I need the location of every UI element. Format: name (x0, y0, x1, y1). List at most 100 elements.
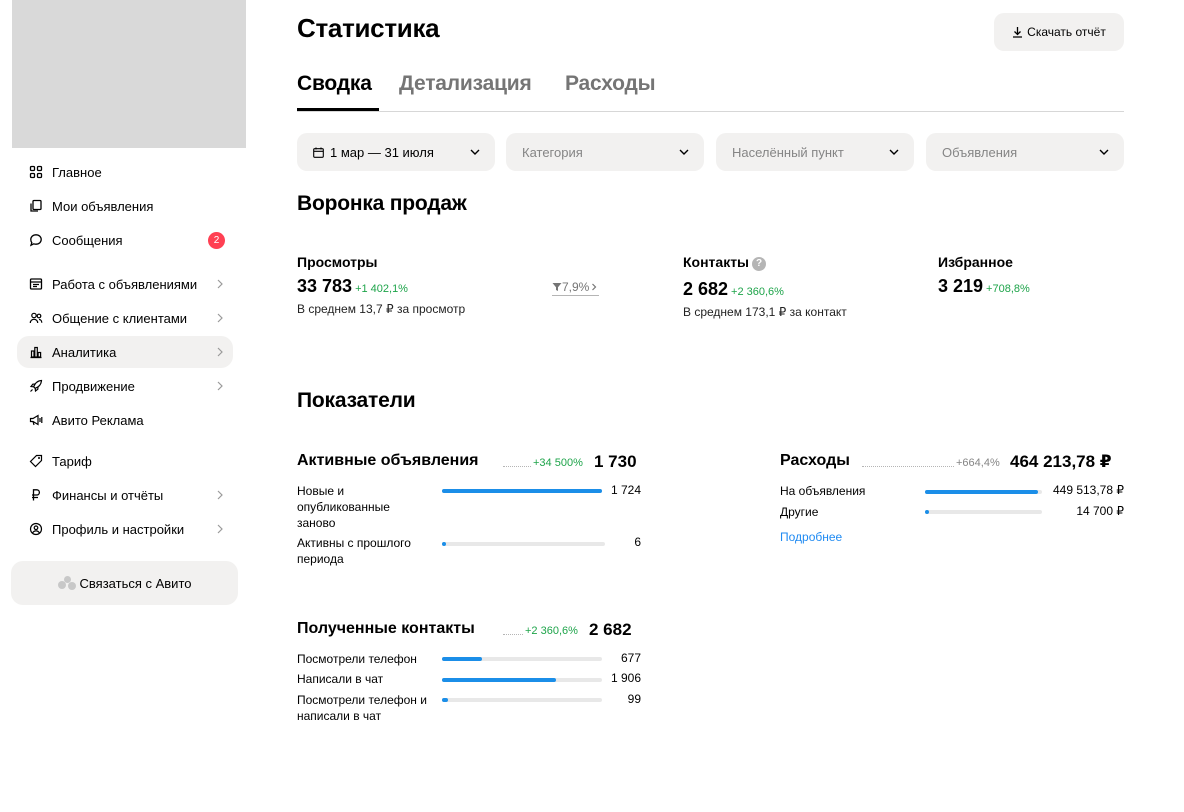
active-ads-delta: +34 500% (533, 457, 583, 469)
contacts-label-text: Контакты (683, 254, 750, 270)
progress-fill (442, 542, 447, 546)
active-ads-total: 1 730 (594, 452, 637, 471)
active-ads-row-label: Активны с прошлого периода (297, 536, 411, 566)
city-select[interactable]: Населённый пункт (716, 133, 914, 171)
progress-bar (925, 510, 1042, 514)
progress-bar (442, 542, 605, 546)
funnel-filter-icon (552, 283, 562, 291)
favorites-number: 3 219 (938, 276, 984, 296)
progress-fill (442, 489, 602, 493)
rocket-icon (29, 379, 43, 393)
progress-bar (442, 657, 602, 661)
grid-icon (29, 165, 43, 179)
sidebar-item-label: Тариф (52, 453, 92, 469)
favorites-label: Избранное (938, 254, 1013, 270)
sidebar-item-avito-ads[interactable]: Авито Реклама (17, 404, 233, 436)
views-label: Просмотры (297, 254, 378, 270)
views-delta: +1 402,1% (355, 283, 408, 295)
sidebar-item-label: Мои объявления (52, 198, 154, 214)
progress-fill (442, 678, 556, 682)
conversion-value: 7,9% (562, 280, 590, 294)
download-report-button[interactable]: Скачать отчёт (994, 13, 1124, 51)
contacts-value: 2 682 +2 360,6% (683, 279, 784, 300)
ads-select[interactable]: Объявления (926, 133, 1124, 171)
sidebar-item-ads-work[interactable]: Работа с объявлениями (17, 268, 233, 300)
indicators-title: Показатели (297, 389, 416, 412)
received-contacts-row-label: Написали в чат (297, 672, 384, 686)
received-contacts-row-label: Посмотрели телефон (297, 652, 417, 666)
expenses-delta: +664,4% (956, 457, 1000, 469)
city-placeholder: Населённый пункт (732, 144, 844, 160)
expenses-more-link[interactable]: Подробнее (780, 530, 842, 544)
progress-bar (925, 490, 1042, 494)
sidebar-item-tariff[interactable]: Тариф (17, 445, 233, 477)
progress-bar (442, 489, 602, 493)
sidebar-item-label: Главное (52, 164, 102, 180)
sidebar-item-label: Продвижение (52, 378, 135, 394)
views-number: 33 783 (297, 276, 353, 296)
list-card-icon (29, 277, 43, 291)
chevron-right-icon (213, 488, 227, 502)
expenses-title: Расходы (780, 452, 850, 469)
contacts-delta: +2 360,6% (731, 286, 784, 298)
ruble-icon (29, 488, 43, 502)
profile-icon (29, 522, 43, 536)
progress-fill (442, 657, 482, 661)
contact-avito-button[interactable]: Связаться с Авито (11, 561, 238, 605)
chevron-right-icon (213, 345, 227, 359)
sidebar-item-label: Профиль и настройки (52, 521, 185, 537)
chevron-down-icon (679, 149, 689, 155)
expenses-row-label: На объявления (780, 484, 866, 498)
download-icon (1013, 27, 1023, 38)
tab-expenses[interactable]: Расходы (565, 72, 656, 96)
copy-icon (29, 199, 43, 213)
tab-summary[interactable]: Сводка (297, 72, 372, 96)
conversion-link[interactable]: 7,9% (552, 280, 600, 296)
received-contacts-row-value: 677 (620, 651, 641, 665)
progress-bar (442, 678, 602, 682)
active-tab-indicator (297, 108, 379, 111)
sidebar-item-messages[interactable]: Сообщения 2 (17, 224, 233, 256)
received-contacts-row-label: Посмотрели телефон и написали в чат (297, 693, 427, 723)
date-range-select[interactable]: 1 мар — 31 июля (297, 133, 495, 171)
promo-banner-placeholder[interactable] (12, 0, 246, 148)
progress-fill (442, 698, 449, 702)
favorites-delta: +708,8% (986, 283, 1030, 295)
chevron-down-icon (1099, 149, 1109, 155)
category-placeholder: Категория (522, 144, 583, 160)
sidebar-item-clients[interactable]: Общение с клиентами (17, 302, 233, 334)
dotted-leader (503, 634, 523, 635)
received-contacts-title: Полученные контакты (297, 620, 475, 637)
unread-badge: 2 (208, 231, 225, 249)
calendar-icon (313, 147, 324, 158)
chevron-right-icon (213, 311, 227, 325)
sidebar-item-promotion[interactable]: Продвижение (17, 370, 233, 402)
contacts-label: Контакты? (683, 254, 767, 271)
tabs: Сводка Детализация Расходы (297, 70, 1124, 112)
progress-fill (925, 490, 1039, 494)
ads-placeholder: Объявления (942, 144, 1018, 160)
chevron-down-icon (470, 149, 480, 155)
sidebar-item-main[interactable]: Главное (17, 156, 233, 188)
favorites-value: 3 219 +708,8% (938, 276, 1030, 297)
category-select[interactable]: Категория (506, 133, 704, 171)
sidebar-item-label: Аналитика (52, 344, 117, 360)
sidebar-item-label: Финансы и отчёты (52, 487, 164, 503)
expenses-row-value: 449 513,78 ₽ (1052, 483, 1124, 497)
active-ads-title: Активные объявления (297, 452, 479, 469)
received-contacts-delta: +2 360,6% (525, 625, 578, 637)
chevron-right-icon (213, 277, 227, 291)
sidebar-item-analytics[interactable]: Аналитика (17, 336, 233, 368)
received-contacts-total: 2 682 (589, 620, 632, 639)
chevron-right-icon (592, 283, 597, 291)
dotted-leader (503, 466, 531, 467)
tag-icon (29, 454, 43, 468)
megaphone-icon (29, 413, 43, 427)
active-ads-row-value: 1 724 (610, 483, 641, 497)
people-icon (29, 311, 43, 325)
help-icon[interactable]: ? (752, 256, 767, 271)
tab-details[interactable]: Детализация (399, 72, 532, 96)
sidebar-item-profile[interactable]: Профиль и настройки (17, 513, 233, 545)
sidebar-item-finance[interactable]: Финансы и отчёты (17, 479, 233, 511)
sidebar-item-my-ads[interactable]: Мои объявления (17, 190, 233, 222)
